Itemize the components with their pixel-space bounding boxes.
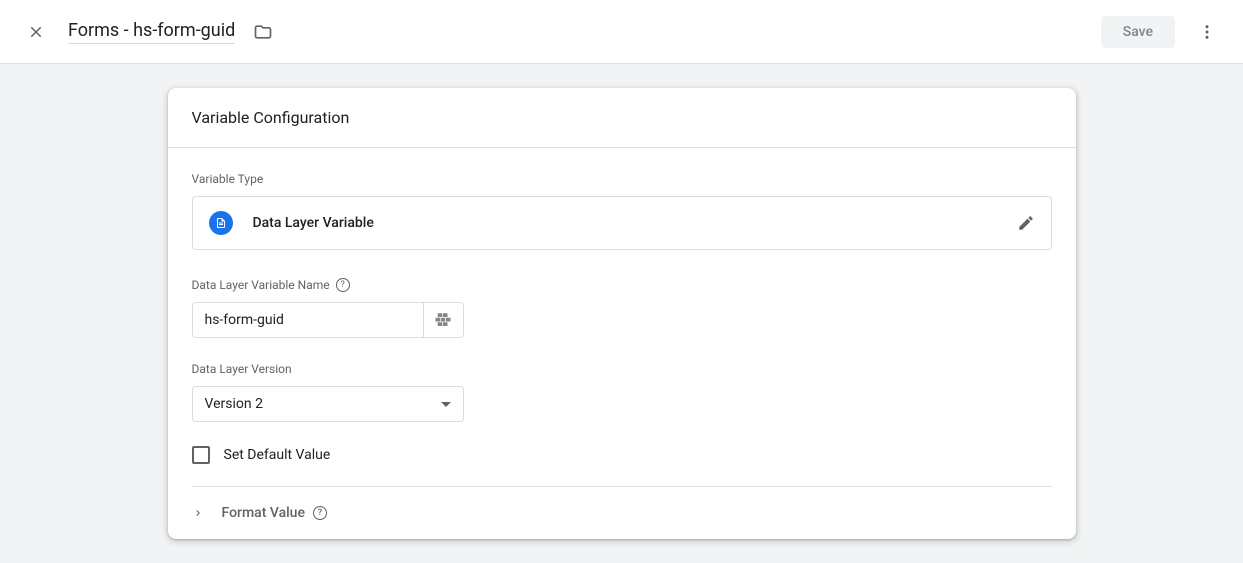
header-bar: Forms - hs-form-guid Save (0, 0, 1243, 64)
variable-picker-button[interactable] (424, 302, 464, 338)
chevron-right-icon (192, 507, 204, 519)
dropdown-arrow-icon (441, 402, 451, 407)
help-icon[interactable]: ? (313, 506, 327, 520)
close-icon (27, 23, 45, 41)
default-value-checkbox[interactable] (192, 446, 210, 464)
variable-type-label: Variable Type (192, 172, 1052, 186)
variable-config-card: Variable Configuration Variable Type Dat… (168, 88, 1076, 539)
more-vert-icon (1198, 23, 1216, 41)
title-wrap: Forms - hs-form-guid (68, 16, 1101, 48)
content-area: Variable Configuration Variable Type Dat… (0, 64, 1243, 563)
pencil-icon (1017, 214, 1035, 232)
version-select-wrap: Version 2 (192, 386, 464, 422)
default-value-row: Set Default Value (192, 446, 1052, 487)
more-menu-button[interactable] (1187, 12, 1227, 52)
header-actions: Save (1101, 12, 1227, 52)
var-name-input[interactable] (192, 302, 424, 338)
card-body: Variable Type Data Layer Variable Data L… (168, 148, 1076, 487)
data-layer-icon (209, 211, 233, 235)
page-title[interactable]: Forms - hs-form-guid (68, 20, 235, 44)
var-name-input-group (192, 302, 1052, 338)
brick-icon (434, 313, 452, 327)
variable-type-name: Data Layer Variable (253, 215, 1017, 231)
version-select[interactable]: Version 2 (192, 386, 464, 422)
version-label: Data Layer Version (192, 362, 1052, 376)
var-name-label: Data Layer Variable Name ? (192, 278, 1052, 292)
variable-type-selector[interactable]: Data Layer Variable (192, 196, 1052, 250)
folder-button[interactable] (247, 16, 279, 48)
card-header: Variable Configuration (168, 88, 1076, 148)
default-value-label: Set Default Value (224, 447, 331, 463)
close-button[interactable] (16, 12, 56, 52)
help-icon[interactable]: ? (336, 278, 350, 292)
save-button[interactable]: Save (1101, 16, 1175, 48)
format-value-label: Format Value ? (222, 505, 327, 521)
card-title: Variable Configuration (192, 108, 1052, 127)
format-value-row[interactable]: Format Value ? (168, 487, 1076, 539)
version-value: Version 2 (205, 396, 263, 412)
folder-icon (253, 22, 273, 42)
